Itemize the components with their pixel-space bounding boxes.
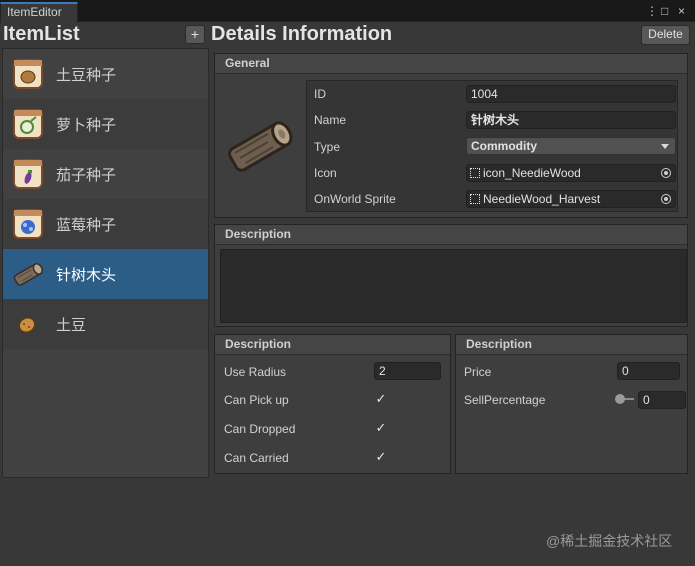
icon-value: icon_NeedieWood <box>483 166 581 180</box>
log-icon <box>13 263 43 286</box>
object-picker-icon[interactable] <box>661 168 671 178</box>
use-radius-label: Use Radius <box>224 365 287 379</box>
can-pick-up-checkbox[interactable]: ✓ <box>374 392 388 406</box>
usage-section: Description Use Radius 2 Can Pick up ✓ C… <box>214 334 451 474</box>
sell-percentage-label: SellPercentage <box>464 393 546 407</box>
price-label: Price <box>464 365 492 379</box>
list-item-selected[interactable]: 针树木头 <box>3 249 208 299</box>
general-fields-panel: ID 1004 Name 针树木头 Type Commodity Icon ic… <box>306 80 678 212</box>
list-item-label: 萝卜种子 <box>56 116 117 134</box>
type-value: Commodity <box>471 139 537 153</box>
delete-button[interactable]: Delete <box>641 25 690 45</box>
watermark: @稀土掘金技术社区 <box>546 533 673 549</box>
description-textarea[interactable] <box>220 249 687 323</box>
list-item[interactable]: 土豆种子 <box>3 49 208 99</box>
sprite-icon <box>470 194 480 204</box>
general-section: General ID 1004 Name 针树木头 Type Commodity… <box>214 53 688 218</box>
can-pick-up-label: Can Pick up <box>224 393 289 407</box>
type-dropdown[interactable]: Commodity <box>466 137 676 155</box>
blueberry-seed-icon <box>13 209 43 239</box>
radish-seed-icon <box>13 109 43 139</box>
list-item-label: 茄子种子 <box>56 166 117 184</box>
use-radius-field[interactable]: 2 <box>374 362 441 380</box>
sprite-value: NeedieWood_Harvest <box>483 192 601 206</box>
icon-object-field[interactable]: icon_NeedieWood <box>466 164 676 182</box>
more-options-icon[interactable]: ⋮ <box>646 3 658 19</box>
object-picker-icon[interactable] <box>661 194 671 204</box>
eggplant-seed-icon <box>13 159 43 189</box>
potato-seed-icon <box>13 59 43 89</box>
list-item-label: 蓝莓种子 <box>56 216 117 234</box>
description-header: Description <box>215 225 687 245</box>
list-item-label: 针树木头 <box>56 266 117 284</box>
general-header: General <box>215 54 687 74</box>
item-list-title: ItemList <box>3 23 80 45</box>
list-item[interactable]: 蓝莓种子 <box>3 199 208 249</box>
description-section: Description <box>214 224 688 327</box>
sell-percentage-field[interactable]: 0 <box>638 391 686 409</box>
add-item-button[interactable]: + <box>185 25 205 44</box>
sprite-label: OnWorld Sprite <box>314 192 396 206</box>
can-carried-checkbox[interactable]: ✓ <box>374 450 388 464</box>
name-field[interactable]: 针树木头 <box>466 111 676 129</box>
maximize-icon[interactable]: □ <box>661 3 668 19</box>
name-label: Name <box>314 113 347 127</box>
price-field[interactable]: 0 <box>617 362 680 380</box>
id-label: ID <box>314 87 326 101</box>
chevron-down-icon <box>661 144 669 149</box>
type-label: Type <box>314 140 341 154</box>
sprite-icon <box>470 168 480 178</box>
list-item[interactable]: 萝卜种子 <box>3 99 208 149</box>
details-title: Details Information <box>211 23 393 45</box>
id-field[interactable]: 1004 <box>466 85 676 103</box>
potato-icon <box>18 316 36 334</box>
slider-knob[interactable] <box>615 394 625 404</box>
can-dropped-checkbox[interactable]: ✓ <box>374 421 388 435</box>
tab-item-editor[interactable]: ItemEditor <box>0 2 78 23</box>
list-item-label: 土豆种子 <box>56 66 117 84</box>
sprite-object-field[interactable]: NeedieWood_Harvest <box>466 190 676 208</box>
list-item[interactable]: 土豆 <box>3 299 208 349</box>
list-item[interactable]: 茄子种子 <box>3 149 208 199</box>
item-list: 土豆种子 萝卜种子 茄子种子 蓝莓种子 针树木头 土豆 <box>2 48 209 478</box>
log-icon <box>227 121 293 172</box>
price-section: Description Price 0 SellPercentage 0 <box>455 334 688 474</box>
editor-tab-bar: ItemEditor ⋮ □ × <box>0 0 695 23</box>
icon-label: Icon <box>314 166 337 180</box>
usage-header: Description <box>215 335 450 355</box>
can-carried-label: Can Carried <box>224 451 289 465</box>
list-item-label: 土豆 <box>56 316 87 334</box>
close-icon[interactable]: × <box>678 3 685 19</box>
price-header: Description <box>456 335 687 355</box>
can-dropped-label: Can Dropped <box>224 422 296 436</box>
